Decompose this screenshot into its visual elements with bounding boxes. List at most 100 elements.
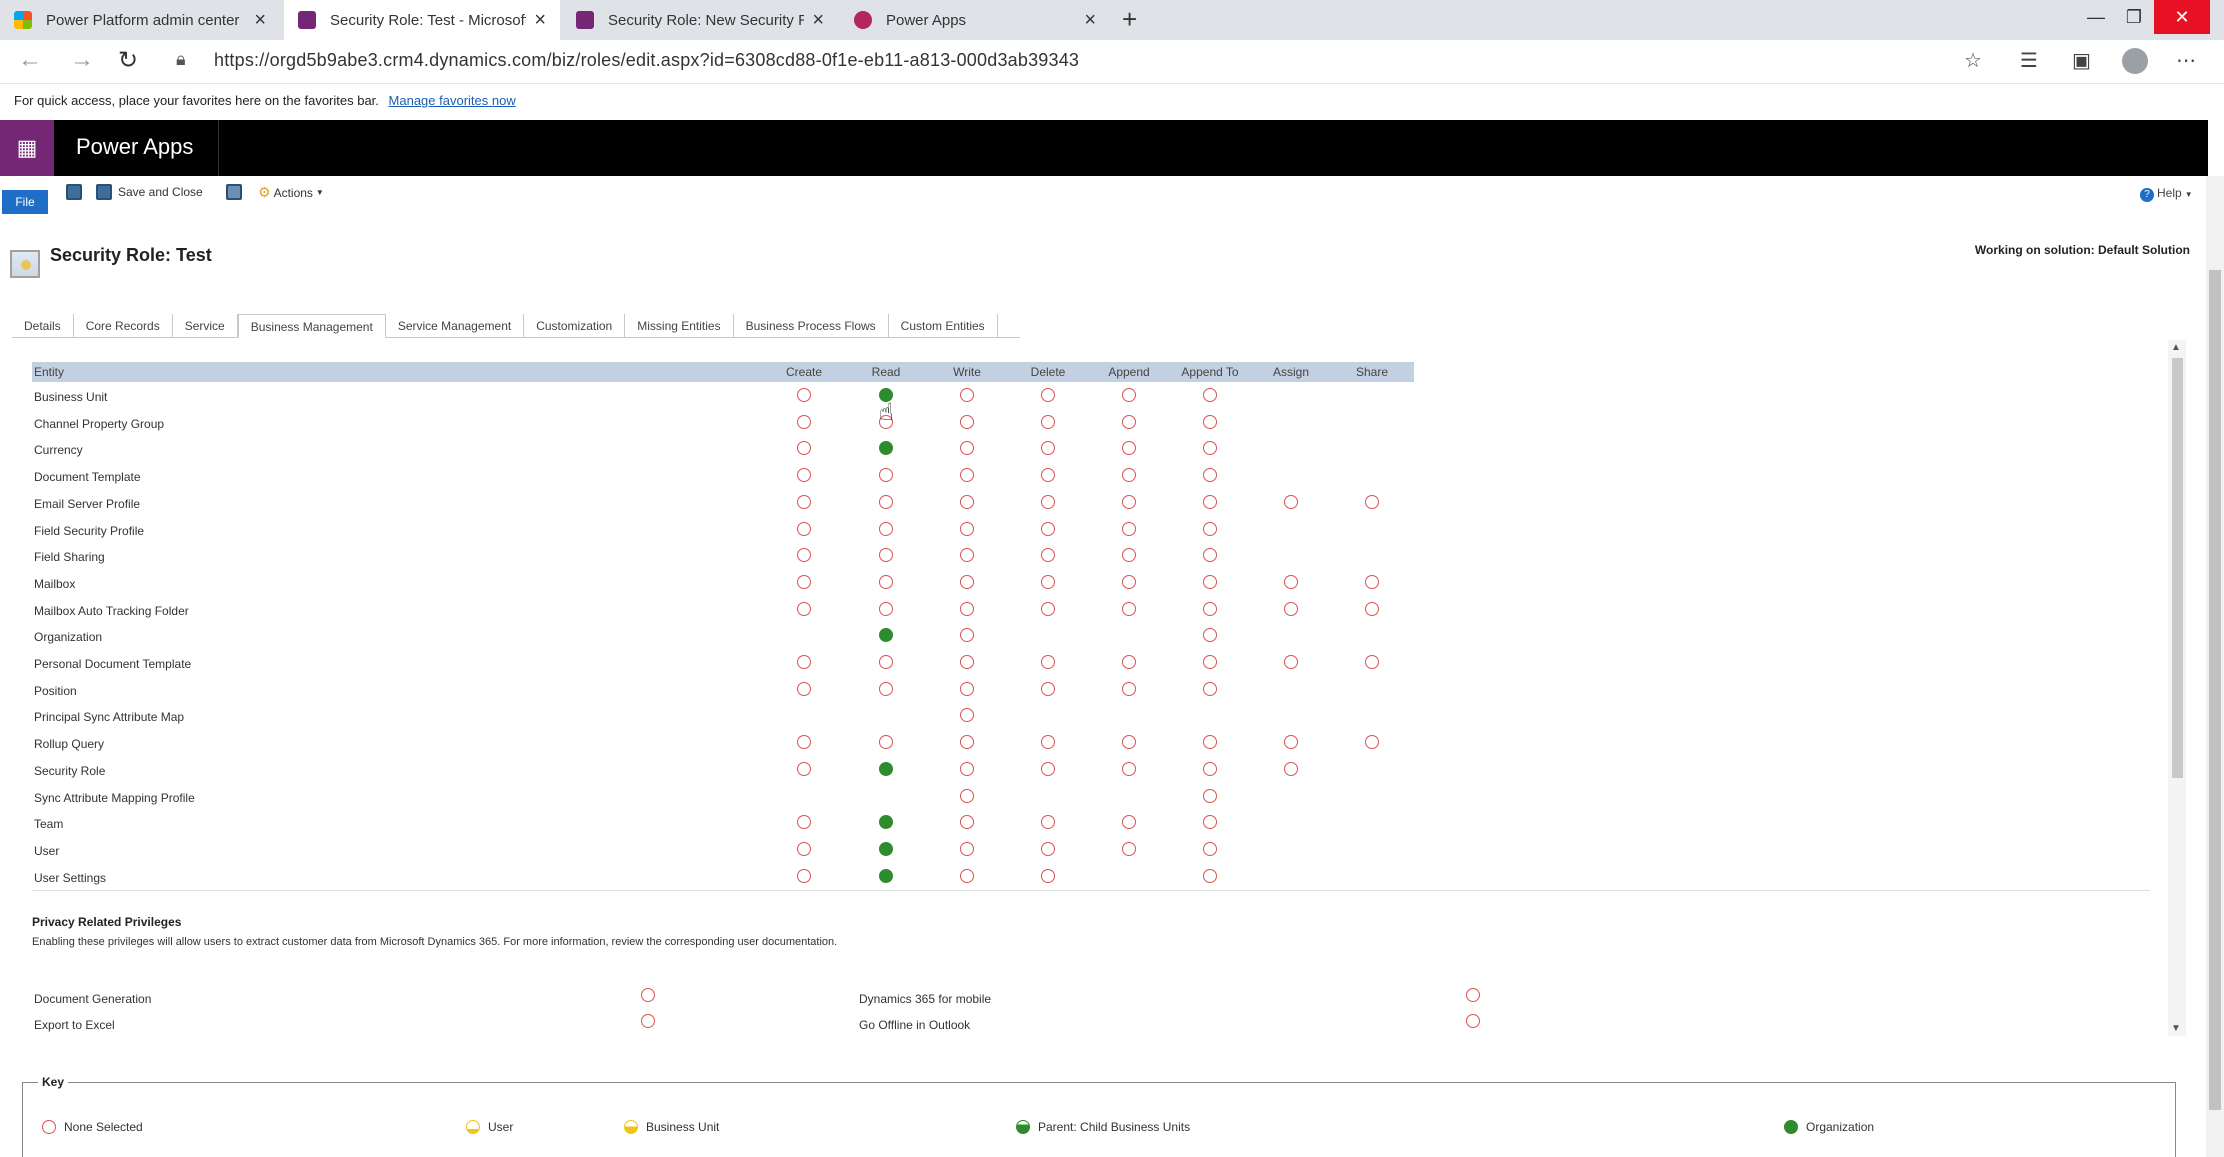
privilege-none-icon[interactable] (1203, 735, 1217, 749)
privilege-none-icon[interactable] (960, 468, 974, 482)
privilege-none-icon[interactable] (1041, 575, 1055, 589)
privilege-none-icon[interactable] (1041, 869, 1055, 883)
privilege-none-icon[interactable] (960, 708, 974, 722)
privilege-none-icon[interactable] (1041, 842, 1055, 856)
privilege-none-icon[interactable] (1203, 789, 1217, 803)
more-icon[interactable]: ⋯ (2176, 48, 2196, 73)
privilege-none-icon[interactable] (1122, 415, 1136, 429)
scroll-down-icon[interactable]: ▼ (2171, 1023, 2181, 1034)
tab-service[interactable]: Service (173, 314, 238, 338)
privilege-none-icon[interactable] (1466, 1014, 1480, 1028)
privilege-none-icon[interactable] (1203, 415, 1217, 429)
page-scrollbar[interactable] (2206, 176, 2224, 1157)
column-header-append[interactable]: Append (1108, 365, 1149, 379)
privilege-none-icon[interactable] (797, 468, 811, 482)
privilege-none-icon[interactable] (1041, 735, 1055, 749)
close-icon[interactable]: × (534, 10, 546, 30)
privilege-none-icon[interactable] (1203, 468, 1217, 482)
privilege-none-icon[interactable] (1122, 602, 1136, 616)
privilege-none-icon[interactable] (879, 495, 893, 509)
privilege-none-icon[interactable] (1041, 441, 1055, 455)
forward-icon[interactable]: → (70, 46, 94, 74)
privilege-none-icon[interactable] (1122, 735, 1136, 749)
save-and-close-button[interactable]: Save and Close (96, 184, 203, 200)
privilege-none-icon[interactable] (960, 628, 974, 642)
scroll-thumb[interactable] (2172, 358, 2183, 778)
privilege-none-icon[interactable] (797, 842, 811, 856)
privilege-none-icon[interactable] (1041, 548, 1055, 562)
privilege-organization-icon[interactable] (879, 628, 893, 642)
privilege-none-icon[interactable] (879, 575, 893, 589)
new-tab-icon[interactable]: + (1122, 4, 1137, 35)
privilege-none-icon[interactable] (1284, 735, 1298, 749)
privilege-none-icon[interactable] (879, 655, 893, 669)
tab-customization[interactable]: Customization (524, 314, 626, 338)
column-header-assign[interactable]: Assign (1273, 365, 1309, 379)
privilege-none-icon[interactable] (1122, 815, 1136, 829)
privilege-none-icon[interactable] (1041, 522, 1055, 536)
tab-core-records[interactable]: Core Records (74, 314, 173, 338)
privilege-none-icon[interactable] (1203, 682, 1217, 696)
privilege-none-icon[interactable] (797, 735, 811, 749)
profile-avatar[interactable] (2122, 48, 2148, 74)
window-close-icon[interactable]: ✕ (2154, 0, 2210, 34)
privilege-none-icon[interactable] (1122, 762, 1136, 776)
privilege-none-icon[interactable] (797, 815, 811, 829)
save-button[interactable] (66, 184, 88, 200)
privilege-none-icon[interactable] (1203, 575, 1217, 589)
restore-icon[interactable]: ❐ (2108, 0, 2160, 34)
content-scrollbar[interactable]: ▲ ▼ (2168, 340, 2186, 1036)
privilege-none-icon[interactable] (1365, 602, 1379, 616)
privilege-none-icon[interactable] (1122, 388, 1136, 402)
close-icon[interactable]: × (254, 10, 266, 30)
privilege-none-icon[interactable] (1284, 495, 1298, 509)
column-header-write[interactable]: Write (953, 365, 981, 379)
privilege-none-icon[interactable] (960, 415, 974, 429)
privilege-none-icon[interactable] (960, 602, 974, 616)
privilege-none-icon[interactable] (960, 682, 974, 696)
privilege-none-icon[interactable] (960, 789, 974, 803)
privilege-none-icon[interactable] (960, 735, 974, 749)
privilege-none-icon[interactable] (879, 735, 893, 749)
privilege-none-icon[interactable] (1203, 655, 1217, 669)
privilege-none-icon[interactable] (879, 682, 893, 696)
tab-business-process-flows[interactable]: Business Process Flows (734, 314, 889, 338)
star-icon[interactable]: ☆ (1964, 48, 1982, 73)
privilege-none-icon[interactable] (1284, 602, 1298, 616)
privilege-none-icon[interactable] (1122, 468, 1136, 482)
tab-missing-entities[interactable]: Missing Entities (625, 314, 734, 338)
privilege-none-icon[interactable] (960, 655, 974, 669)
privilege-organization-icon[interactable] (879, 842, 893, 856)
privilege-none-icon[interactable] (960, 522, 974, 536)
privilege-none-icon[interactable] (1203, 815, 1217, 829)
privilege-none-icon[interactable] (1365, 655, 1379, 669)
privilege-none-icon[interactable] (1203, 548, 1217, 562)
favorites-icon[interactable]: ☰ (2020, 48, 2038, 73)
privilege-none-icon[interactable] (797, 655, 811, 669)
tab-custom-entities[interactable]: Custom Entities (889, 314, 998, 338)
privilege-none-icon[interactable] (797, 548, 811, 562)
privilege-none-icon[interactable] (1041, 655, 1055, 669)
privilege-none-icon[interactable] (879, 548, 893, 562)
privilege-none-icon[interactable] (1203, 388, 1217, 402)
privilege-none-icon[interactable] (797, 575, 811, 589)
privilege-none-icon[interactable] (960, 815, 974, 829)
privilege-none-icon[interactable] (1365, 575, 1379, 589)
privilege-none-icon[interactable] (1041, 815, 1055, 829)
privilege-none-icon[interactable] (1203, 869, 1217, 883)
column-header-delete[interactable]: Delete (1031, 365, 1066, 379)
privilege-none-icon[interactable] (1122, 441, 1136, 455)
privilege-none-icon[interactable] (1466, 988, 1480, 1002)
tab-business-management[interactable]: Business Management (237, 314, 386, 338)
privilege-none-icon[interactable] (1365, 735, 1379, 749)
privilege-none-icon[interactable] (1284, 762, 1298, 776)
back-icon[interactable]: ← (18, 46, 42, 74)
privilege-none-icon[interactable] (960, 441, 974, 455)
privilege-none-icon[interactable] (1203, 441, 1217, 455)
column-header-read[interactable]: Read (872, 365, 901, 379)
column-header-append-to[interactable]: Append To (1181, 365, 1238, 379)
column-header-share[interactable]: Share (1356, 365, 1388, 379)
privilege-none-icon[interactable] (960, 575, 974, 589)
privilege-none-icon[interactable] (1203, 628, 1217, 642)
privilege-organization-icon[interactable] (879, 869, 893, 883)
